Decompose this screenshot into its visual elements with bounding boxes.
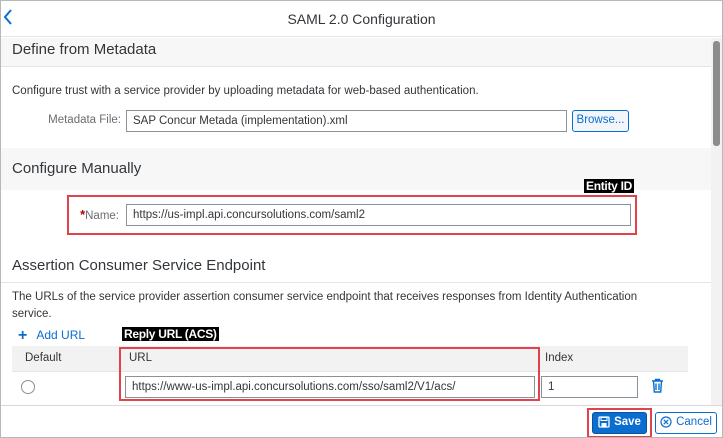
- entity-id-callout: Entity ID: [584, 179, 634, 193]
- column-default: Default: [25, 352, 62, 364]
- metadata-section-title: Define from Metadata: [1, 38, 711, 66]
- acs-description-line-2: service.: [12, 308, 52, 320]
- add-url-button[interactable]: + Add URL: [18, 327, 85, 345]
- cancel-icon: [660, 415, 672, 428]
- column-index: Index: [545, 352, 574, 364]
- scrollbar-thumb[interactable]: [713, 41, 720, 146]
- name-label: *Name:: [80, 207, 119, 222]
- divider: [1, 66, 711, 67]
- divider: [1, 282, 711, 283]
- metadata-description: Configure trust with a service provider …: [12, 85, 479, 97]
- dialog-frame: SAML 2.0 Configuration Define from Metad…: [0, 0, 723, 438]
- reply-url-callout: Reply URL (ACS): [122, 327, 219, 341]
- save-button[interactable]: Save: [592, 412, 647, 434]
- acs-index-input[interactable]: [541, 376, 638, 398]
- dialog-header: SAML 2.0 Configuration: [1, 1, 722, 37]
- dialog-title: SAML 2.0 Configuration: [287, 11, 436, 27]
- browse-button[interactable]: Browse...: [572, 110, 629, 132]
- default-radio[interactable]: [21, 380, 35, 394]
- delete-row-button[interactable]: [651, 378, 664, 398]
- trash-icon: [652, 378, 663, 393]
- acs-section-title: Assertion Consumer Service Endpoint: [1, 250, 711, 282]
- acs-description-line-1: The URLs of the service provider asserti…: [12, 291, 638, 303]
- dialog-content: Define from Metadata Configure trust wit…: [1, 38, 711, 405]
- entity-id-input[interactable]: [126, 204, 631, 226]
- metadata-file-input[interactable]: [126, 110, 567, 132]
- cancel-button[interactable]: Cancel: [655, 412, 717, 434]
- metadata-file-label: Metadata File:: [48, 114, 121, 126]
- vertical-scrollbar[interactable]: [711, 38, 722, 405]
- plus-icon: +: [18, 327, 28, 344]
- dialog-footer: Save Cancel: [1, 405, 722, 437]
- acs-url-input[interactable]: [125, 376, 535, 398]
- save-icon: [598, 415, 610, 428]
